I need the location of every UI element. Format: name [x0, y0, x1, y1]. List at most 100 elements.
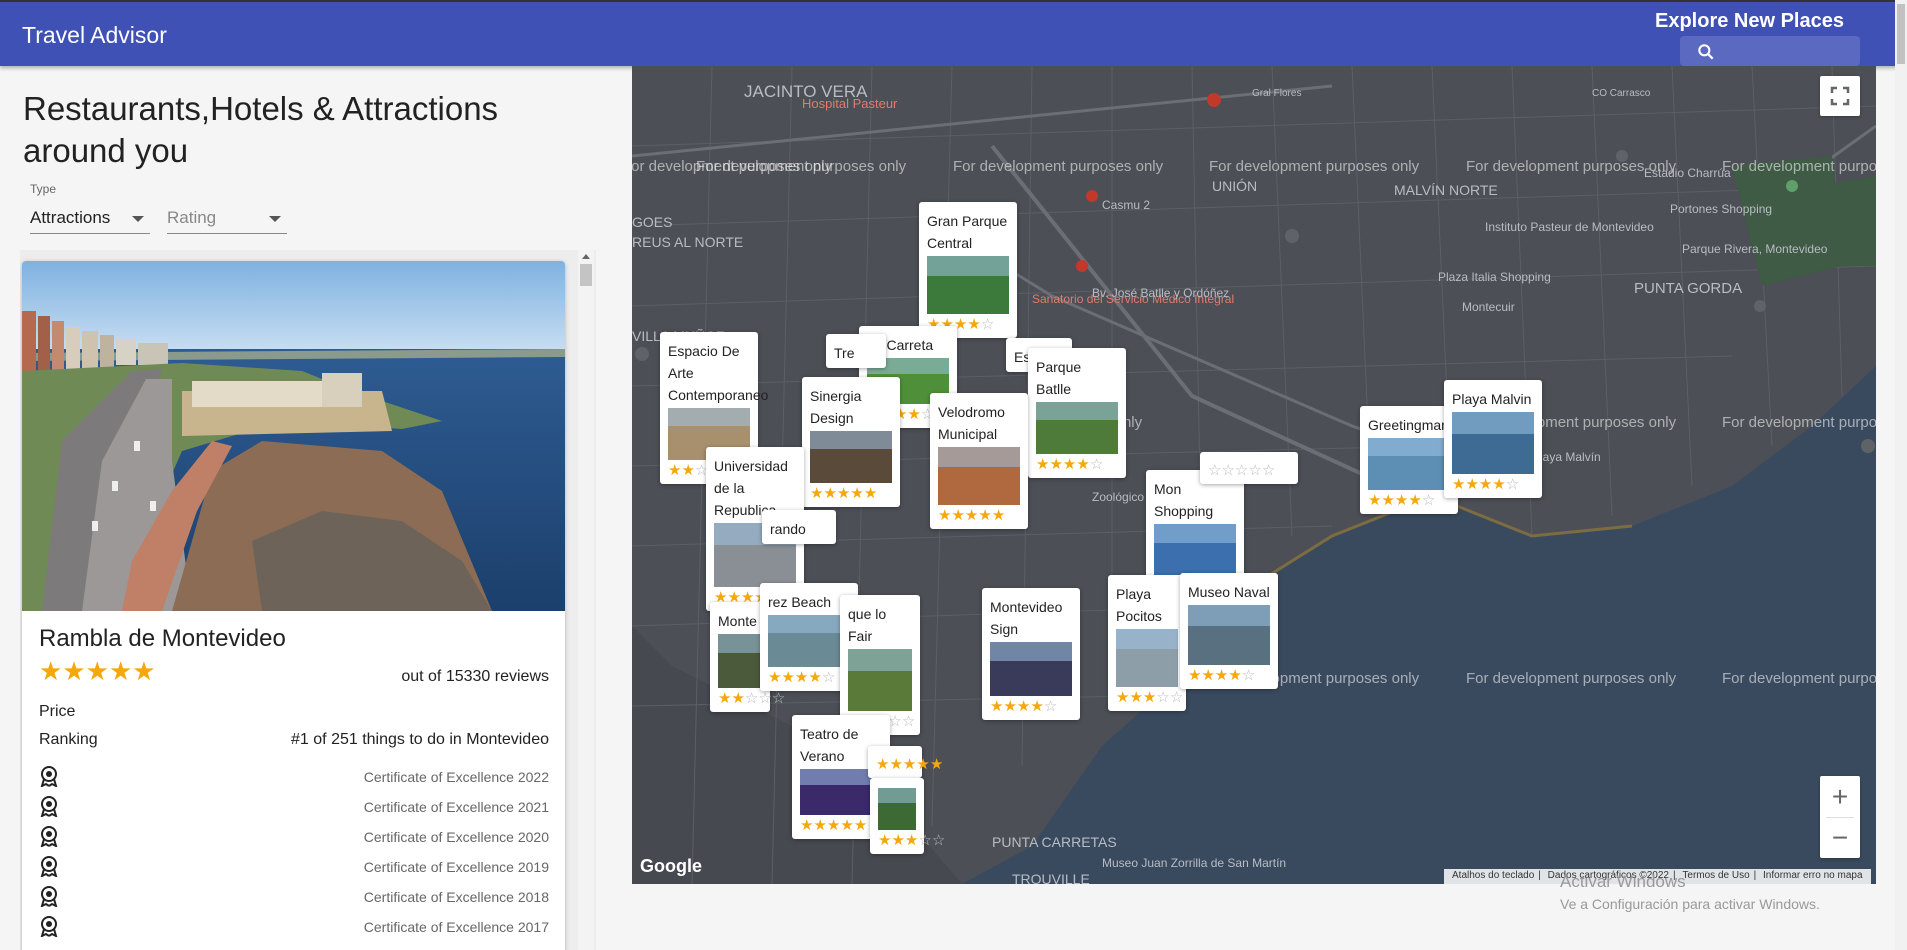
certificate-row: Certificate of Excellence 2020 [39, 825, 549, 849]
type-label: Type [30, 182, 57, 196]
marker-name: que lo Fair [848, 606, 887, 644]
certificate-row: Certificate of Excellence 2018 [39, 885, 549, 909]
map-label: Hospital Pasteur [802, 96, 898, 111]
chevron-down-icon [269, 216, 281, 222]
marker-rating: ★★★☆☆ [878, 832, 945, 850]
star-icon: ★ [718, 690, 732, 707]
attribution-shortcuts[interactable]: Atalhos do teclado [1452, 870, 1534, 881]
star-icon: ★ [929, 756, 944, 773]
marker-photo [1368, 438, 1450, 490]
zoom-in-button[interactable]: + [1820, 776, 1860, 817]
marker-photo [1188, 605, 1270, 665]
map-label: UNIÓN [1212, 178, 1258, 194]
map-marker-card[interactable]: Sinergia Design ★★★★★ [802, 377, 900, 507]
marker-rating: ★★★★☆ [1188, 667, 1270, 685]
star-icon: ★ [967, 316, 981, 333]
certificate-text: Certificate of Excellence 2021 [363, 799, 549, 815]
map-label: GOES [632, 214, 673, 230]
certificate-text: Certificate of Excellence 2019 [363, 859, 549, 875]
marker-name: Sinergia Design [810, 388, 862, 426]
explore-label: Explore New Places [1655, 10, 1844, 32]
star-icon: ★ [907, 406, 921, 423]
zoom-control: + − [1820, 776, 1860, 858]
map-marker-card[interactable]: que lo Fair★★★☆☆ [840, 595, 920, 735]
zoom-out-button[interactable]: − [1820, 817, 1860, 858]
marker-rating: ★★★★★ [938, 507, 1020, 525]
star-icon: ★ [1394, 492, 1409, 509]
list-scrollbar[interactable] [578, 250, 594, 950]
star-icon: ★ [1408, 492, 1422, 509]
star-icon: ★ [826, 817, 841, 834]
star-icon: ★ [681, 462, 695, 479]
map-label: Museo Juan Zorrilla de San Martín [1102, 856, 1287, 870]
map-marker-card[interactable]: Mon Shopping [1146, 470, 1244, 582]
map-marker-card[interactable]: ☆☆☆☆☆ [1200, 452, 1298, 484]
map-label: Estadio Charrúa [1644, 166, 1731, 180]
star-icon: ★ [1142, 689, 1157, 706]
map-marker-card[interactable]: rando [762, 510, 836, 544]
map-marker-card[interactable]: Tre [826, 334, 886, 368]
place-name: Rambla de Montevideo [39, 625, 286, 652]
map-marker-card[interactable]: Playa Pocitos ★★★☆☆ [1108, 575, 1186, 711]
type-select[interactable]: Attractions [30, 204, 150, 234]
star-icon: ★ [916, 756, 930, 773]
star-icon: ★ [1368, 492, 1382, 509]
map-marker-card[interactable]: Playa Malvin ★★★★☆ [1444, 380, 1542, 498]
list-scrollbar-thumb[interactable] [580, 264, 592, 286]
certificate-text: Certificate of Excellence 2018 [363, 889, 549, 905]
map-label: Parque Rivera, Montevideo [1682, 242, 1828, 256]
map-marker-card[interactable]: Museo Naval ★★★★☆ [1180, 573, 1278, 689]
star-icon: ★ [1452, 476, 1466, 493]
map[interactable]: For development purposes only For develo… [632, 66, 1876, 884]
map-label: MALVÍN NORTE [1394, 182, 1498, 198]
star-icon: ★ [808, 669, 822, 686]
star-icon: ★ [1049, 456, 1063, 473]
windows-activation-text: Ve a Configuración para activar Windows. [1560, 896, 1820, 912]
marker-rating: ☆☆☆☆☆ [1208, 462, 1290, 480]
marker-name: Monte [718, 613, 757, 629]
marker-photo [810, 431, 892, 483]
type-select-value: Attractions [30, 208, 111, 227]
star-icon: ☆ [1089, 456, 1104, 473]
star-icon: ★ [132, 656, 156, 686]
rating-select[interactable]: Rating [167, 204, 287, 234]
map-marker-card[interactable]: Velodromo Municipal ★★★★★ [930, 393, 1028, 529]
star-icon: ☆ [1169, 689, 1184, 706]
star-icon: ☆ [918, 832, 932, 849]
map-label: Playa Malvín [1532, 450, 1601, 464]
marker-name: Parque Batlle [1036, 359, 1082, 397]
star-icon: ☆ [758, 690, 772, 707]
marker-rating: ★★★★☆ [768, 669, 850, 687]
award-icon [40, 796, 58, 817]
place-card[interactable]: Rambla de Montevideo ★★★★★ out of 15330 … [22, 261, 565, 950]
places-list[interactable]: Rambla de Montevideo ★★★★★ out of 15330 … [20, 250, 596, 950]
star-icon: ★ [904, 832, 919, 849]
marker-rating: ★★★☆☆ [1116, 689, 1183, 707]
map-marker-card[interactable]: Gran Parque Central ★★★★☆ [919, 202, 1017, 338]
search-input[interactable] [1680, 36, 1860, 66]
marker-name: rando [770, 521, 806, 537]
map-marker-card[interactable]: Parque Batlle ★★★★☆ [1028, 348, 1126, 478]
marker-photo [768, 615, 850, 667]
marker-name: Montevideo Sign [990, 599, 1063, 637]
map-marker-card[interactable]: ★★★☆☆ [870, 778, 945, 854]
page-scrollbar[interactable] [1895, 0, 1907, 950]
star-icon: ★ [62, 656, 86, 686]
fullscreen-button[interactable] [1820, 76, 1860, 116]
award-icon [40, 916, 58, 937]
dev-watermark: For development purposes only [1209, 158, 1420, 175]
price-label: Price [39, 703, 76, 720]
award-icon [40, 766, 58, 787]
marker-rating: ★★★★☆ [1452, 476, 1534, 494]
page-scrollbar-thumb[interactable] [1897, 4, 1905, 64]
star-icon: ★ [1201, 667, 1215, 684]
map-marker-card[interactable]: Montevideo Sign ★★★★☆ [982, 588, 1080, 720]
scroll-up-icon[interactable] [582, 254, 590, 259]
map-marker-card[interactable]: ★★★★★ [868, 746, 943, 778]
star-icon: ★ [1465, 476, 1479, 493]
place-photo [22, 261, 565, 611]
marker-name: Playa Pocitos [1116, 586, 1162, 624]
star-icon: ★ [863, 485, 878, 502]
star-icon: ★ [889, 756, 903, 773]
marker-name: Museo Naval [1188, 584, 1270, 600]
